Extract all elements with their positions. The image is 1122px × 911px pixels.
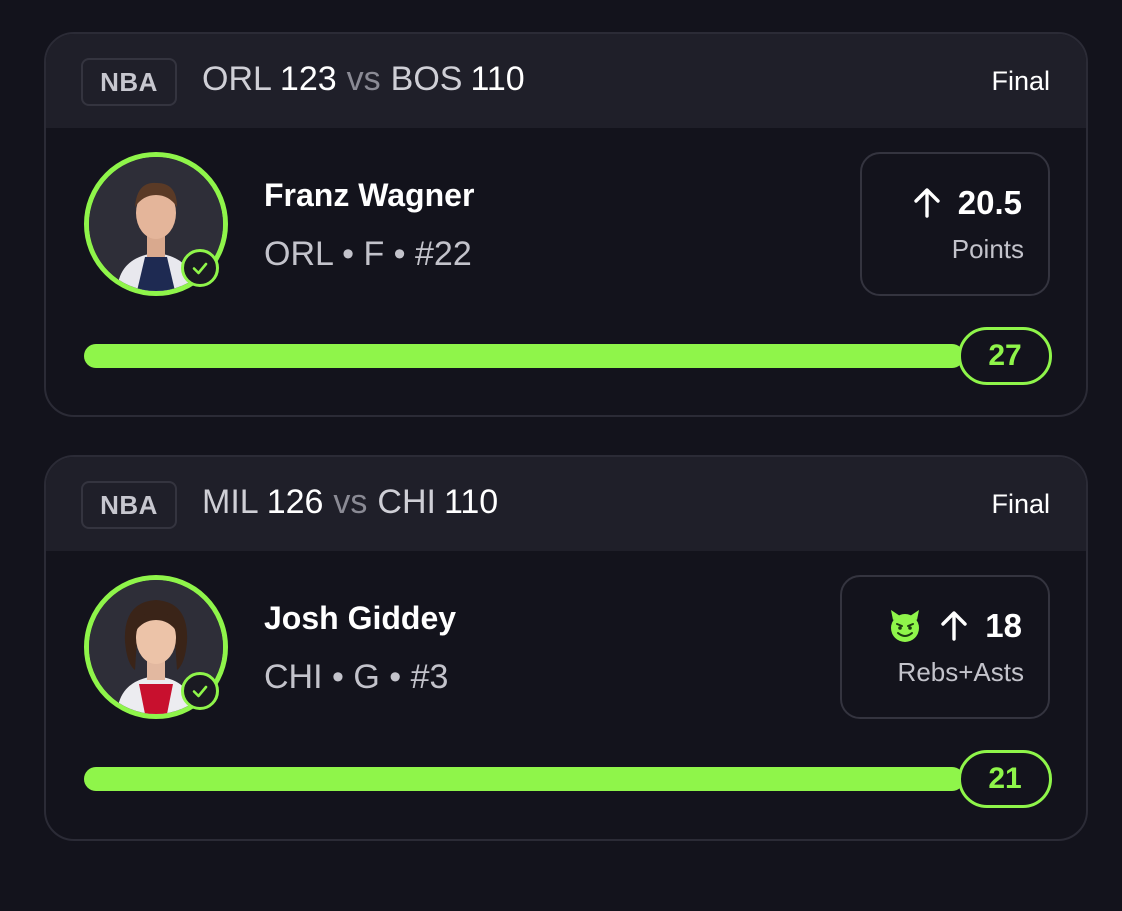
check-icon xyxy=(181,249,219,287)
player-avatar-wrap[interactable] xyxy=(84,575,228,719)
player-name: Josh Giddey xyxy=(264,600,457,636)
projection-box: 20.5 Points xyxy=(860,152,1050,296)
game-header: NBA ORL 123 vs BOS 110 Final xyxy=(46,34,1086,128)
progress-fill xyxy=(84,344,964,368)
player-name: Franz Wagner xyxy=(264,177,475,213)
league-badge: NBA xyxy=(81,481,177,529)
progress-track xyxy=(84,767,964,791)
away-team: MIL xyxy=(202,483,259,521)
game-header: NBA MIL 126 vs CHI 110 Final xyxy=(46,457,1086,551)
home-team: CHI xyxy=(377,483,436,521)
arrow-up-icon xyxy=(941,611,967,641)
projection-box: 18 Rebs+Asts xyxy=(840,575,1050,719)
away-score: 126 xyxy=(266,483,324,521)
projection-value: 20.5 xyxy=(957,184,1022,221)
game-status: Final xyxy=(991,66,1050,96)
vs-label: vs xyxy=(333,483,368,521)
progress-fill xyxy=(84,767,964,791)
game-status: Final xyxy=(991,489,1050,519)
progress-track xyxy=(84,344,964,368)
home-score: 110 xyxy=(470,60,525,98)
away-team: ORL xyxy=(202,60,272,98)
home-score: 110 xyxy=(443,483,499,521)
result-value: 27 xyxy=(958,327,1052,385)
check-icon xyxy=(181,672,219,710)
pick-list: NBA ORL 123 vs BOS 110 Final Franz Wagne… xyxy=(0,0,1122,911)
player-avatar-wrap[interactable] xyxy=(84,152,228,296)
vs-label: vs xyxy=(346,60,381,98)
result-value: 21 xyxy=(958,750,1052,808)
away-score: 123 xyxy=(279,60,337,98)
player-meta: CHI • G • #3 xyxy=(264,658,449,696)
projection-stat: Points xyxy=(951,234,1024,264)
scoreline: MIL 126 vs CHI 110 xyxy=(202,483,498,522)
player-meta: ORL • F • #22 xyxy=(264,235,472,273)
projection-top: 20.5 xyxy=(910,184,1022,222)
arrow-up-icon xyxy=(914,188,940,218)
pick-card[interactable]: NBA MIL 126 vs CHI 110 Final Josh Giddey… xyxy=(44,455,1088,841)
pick-card[interactable]: NBA ORL 123 vs BOS 110 Final Franz Wagne… xyxy=(44,32,1088,417)
projection-value: 18 xyxy=(985,607,1022,644)
devil-emoji-icon xyxy=(891,610,920,642)
projection-top: 18 xyxy=(887,607,1022,645)
league-badge: NBA xyxy=(81,58,177,106)
projection-stat: Rebs+Asts xyxy=(897,657,1024,687)
scoreline: ORL 123 vs BOS 110 xyxy=(202,60,525,99)
home-team: BOS xyxy=(390,60,463,98)
